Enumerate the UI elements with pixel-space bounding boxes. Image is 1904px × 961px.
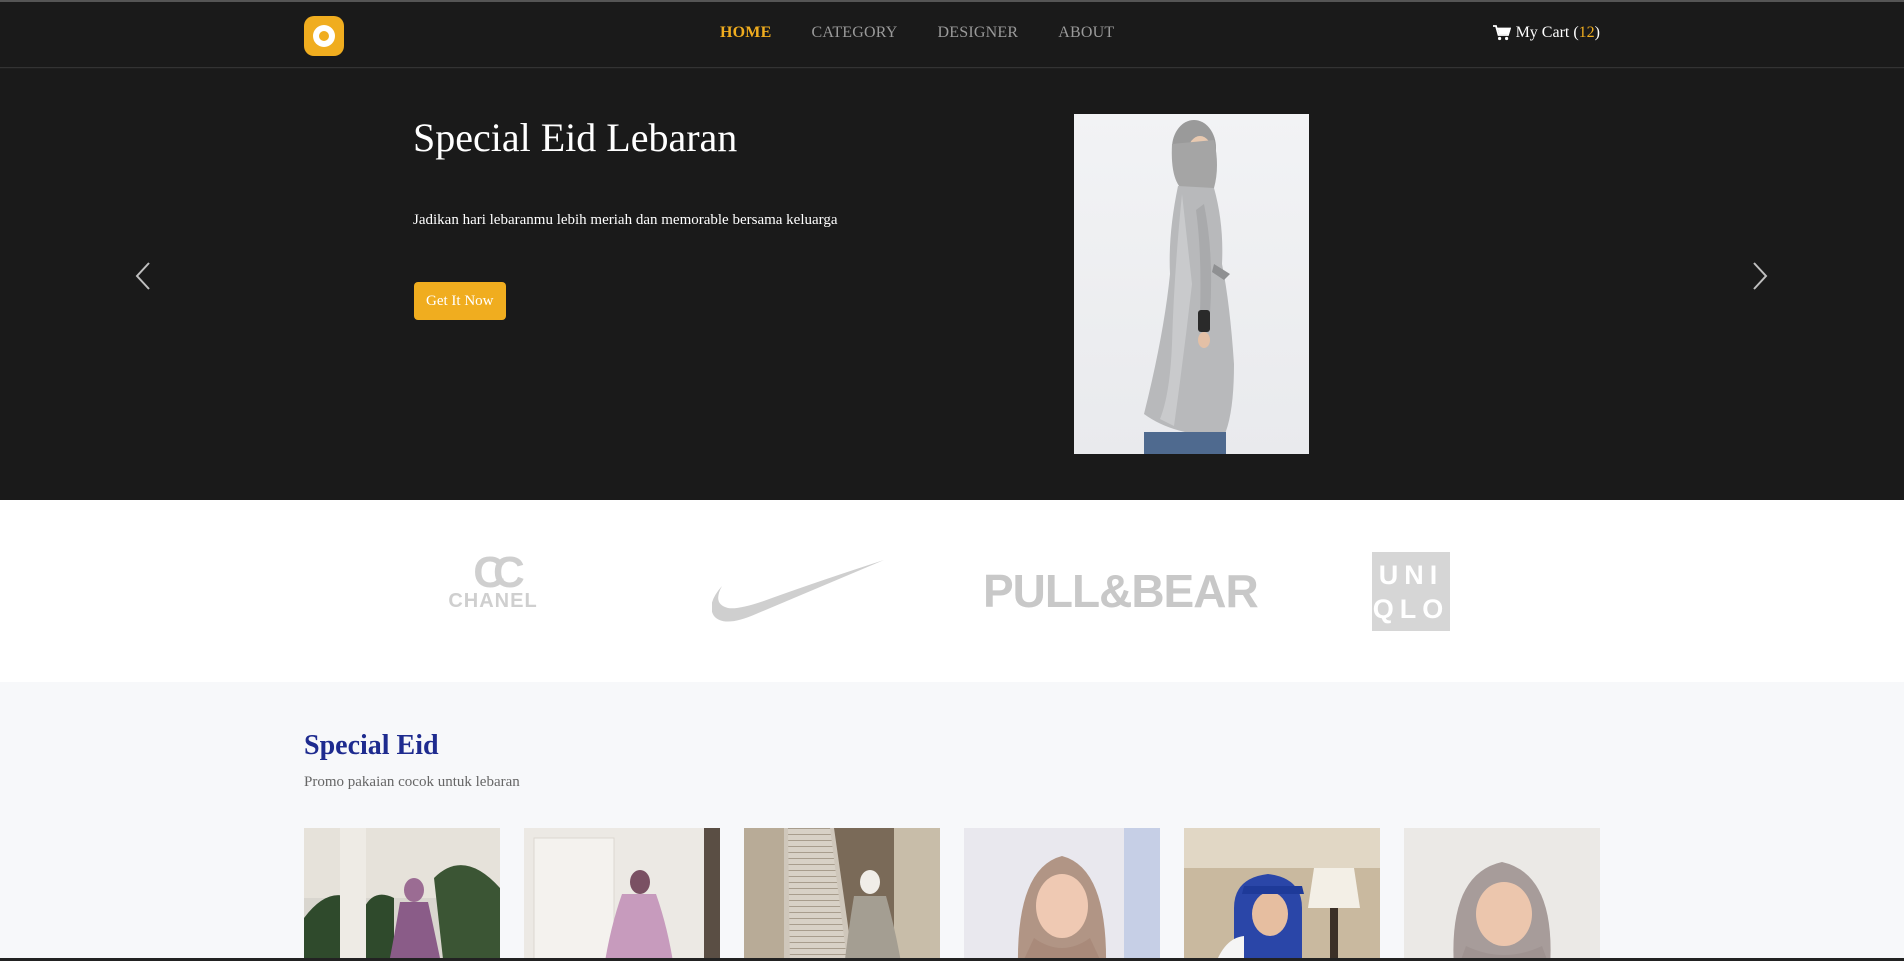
nav-about-link[interactable]: ABOUT xyxy=(1058,24,1114,42)
section-subtitle: Promo pakaian cocok untuk lebaran xyxy=(304,774,520,790)
cart-count: 12 xyxy=(1578,24,1595,41)
section-title: Special Eid xyxy=(304,730,439,761)
carousel-next-icon[interactable] xyxy=(1750,259,1770,293)
uniqlo-logo: UNI QLO xyxy=(1372,552,1450,631)
pullbear-logo: PULL&BEAR xyxy=(983,565,1259,617)
cart-button[interactable]: My Cart (12) xyxy=(1492,24,1600,42)
product-card-6[interactable] xyxy=(1404,828,1600,961)
nav-home-link[interactable]: HOME xyxy=(720,24,771,42)
logo-ring-icon xyxy=(313,25,335,47)
special-eid-section: Special Eid Promo pakaian cocok untuk le… xyxy=(0,682,1904,961)
cart-label: My Cart (12) xyxy=(1515,24,1600,41)
product-card-4[interactable] xyxy=(964,828,1160,961)
hero-carousel: Special Eid Lebaran Jadikan hari lebaran… xyxy=(0,69,1904,500)
hero-subtitle: Jadikan hari lebaranmu lebih meriah dan … xyxy=(413,212,838,228)
brand-strip: CC CHANEL PULL&BEAR UNI QLO xyxy=(0,500,1904,682)
chanel-logo: CC CHANEL xyxy=(448,548,538,613)
product-card-2[interactable] xyxy=(524,828,720,961)
product-cards xyxy=(304,828,1600,961)
brand-logo[interactable] xyxy=(304,16,344,56)
product-card-5[interactable] xyxy=(1184,828,1380,961)
product-card-1[interactable] xyxy=(304,828,500,961)
nav-links: HOME CATEGORY DESIGNER ABOUT xyxy=(720,24,1154,42)
product-card-3[interactable] xyxy=(744,828,940,961)
nike-logo xyxy=(712,560,884,622)
nav-category-link[interactable]: CATEGORY xyxy=(811,24,897,42)
hero-product-image xyxy=(1074,114,1309,454)
carousel-prev-icon[interactable] xyxy=(133,259,153,293)
navbar: HOME CATEGORY DESIGNER ABOUT My Cart (12… xyxy=(0,2,1904,68)
hero-title: Special Eid Lebaran xyxy=(413,115,738,160)
cart-icon xyxy=(1492,25,1511,41)
nav-designer-link[interactable]: DESIGNER xyxy=(938,24,1019,42)
get-it-now-button[interactable]: Get It Now xyxy=(414,282,506,320)
